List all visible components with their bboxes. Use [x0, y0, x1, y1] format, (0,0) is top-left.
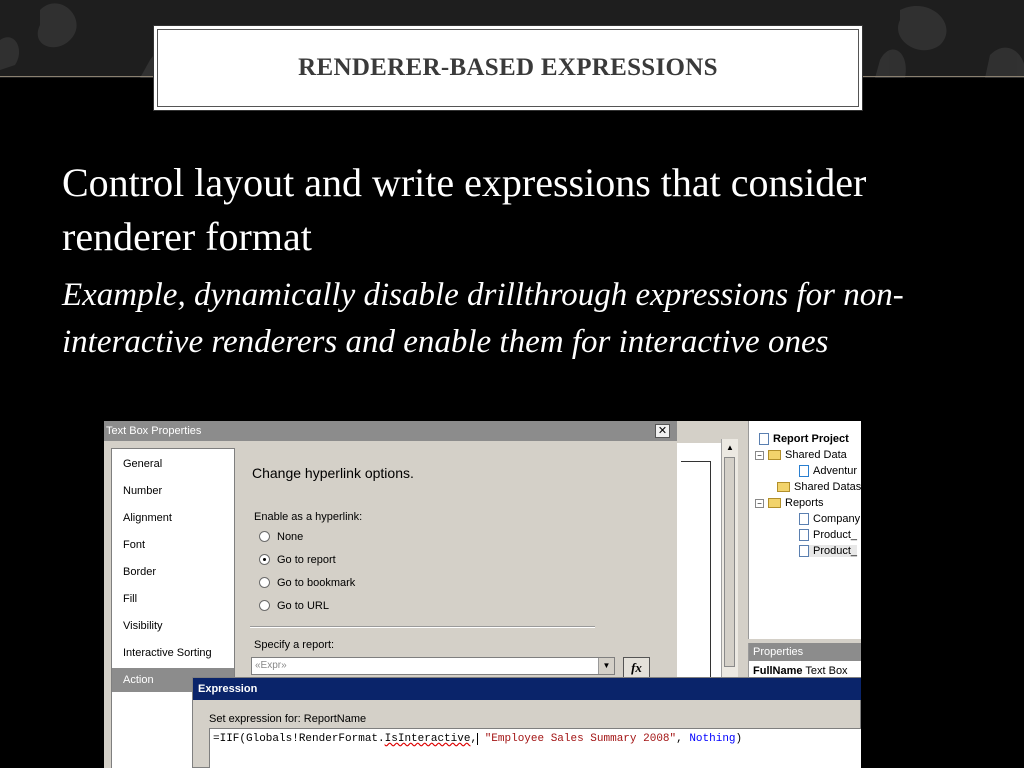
radio-none[interactable]	[259, 531, 270, 542]
tree-node-reports[interactable]: − Reports	[755, 497, 824, 509]
code-member: IsInteractive	[384, 733, 471, 745]
nav-item-font[interactable]: Font	[112, 533, 234, 557]
separator	[250, 626, 595, 628]
nav-item-number[interactable]: Number	[112, 479, 234, 503]
dialog-title: Text Box Properties	[104, 421, 677, 441]
code-comma: ,	[470, 733, 479, 745]
scroll-thumb[interactable]	[724, 457, 735, 667]
chevron-down-icon[interactable]: ▼	[598, 658, 614, 674]
code-string: "Employee Sales Summary 2008"	[484, 733, 677, 745]
tree-node-report-selected[interactable]: Product_	[799, 545, 858, 558]
collapse-icon[interactable]: −	[755, 498, 764, 508]
tree-node-shared-data[interactable]: − Shared Data	[755, 449, 847, 461]
expression-dialog-title: Expression	[193, 678, 861, 700]
tree-label: Reports	[785, 497, 824, 509]
fx-button[interactable]: fx	[623, 657, 650, 679]
property-value: Text Box	[805, 665, 848, 677]
embedded-screenshot: Text Box Properties ✕ General Number Ali…	[104, 421, 861, 768]
nav-item-alignment[interactable]: Alignment	[112, 506, 234, 530]
radio-go-to-url-label: Go to URL	[277, 600, 329, 612]
code-suffix: )	[735, 733, 743, 745]
scroll-up-icon[interactable]: ▲	[722, 443, 738, 455]
tree-node-report[interactable]: Company	[799, 513, 861, 526]
properties-header: Properties	[749, 643, 861, 661]
report-combo-value: «Expr»	[255, 660, 287, 671]
slide-title-frame: RENDERER-BASED EXPRESSIONS	[157, 29, 859, 107]
collapse-icon[interactable]: −	[755, 450, 764, 460]
radio-go-to-bookmark-label: Go to bookmark	[277, 577, 356, 589]
project-node[interactable]: Report Project	[759, 433, 849, 446]
property-name: FullName	[753, 665, 803, 677]
expression-dialog: Expression Set expression for: ReportNam…	[192, 677, 861, 768]
slide-heading: Control layout and write expressions tha…	[62, 160, 867, 259]
tree-label: Shared Datas	[794, 481, 861, 493]
tree-label: Shared Data	[785, 449, 847, 461]
slide-subheading: Example, dynamically disable drillthroug…	[62, 277, 904, 360]
tree-node-datasource[interactable]: Adventur	[799, 465, 858, 478]
close-icon[interactable]: ✕	[655, 424, 670, 438]
nav-item-border[interactable]: Border	[112, 560, 234, 584]
radio-go-to-report-label: Go to report	[277, 554, 336, 566]
nav-item-interactive-sorting[interactable]: Interactive Sorting	[112, 641, 234, 665]
tree-label: Company	[813, 513, 861, 525]
project-icon	[759, 433, 769, 446]
report-body	[681, 461, 711, 691]
pane-title: Change hyperlink options.	[252, 465, 414, 481]
expression-editor[interactable]: =IIF(Globals!RenderFormat.IsInteractive,…	[209, 728, 861, 768]
nav-item-visibility[interactable]: Visibility	[112, 614, 234, 638]
report-combo[interactable]: «Expr» ▼	[251, 657, 615, 675]
slide-title-box: RENDERER-BASED EXPRESSIONS	[153, 25, 863, 111]
tree-node-shared-datasets[interactable]: Shared Datas	[777, 481, 861, 493]
expression-label: Set expression for: ReportName	[209, 713, 367, 725]
nav-item-fill[interactable]: Fill	[112, 587, 234, 611]
datasource-icon	[799, 465, 809, 478]
radio-go-to-url[interactable]	[259, 600, 270, 611]
code-prefix: =IIF(Globals!RenderFormat.	[213, 733, 385, 745]
folder-icon	[768, 498, 781, 509]
report-icon	[799, 529, 809, 542]
specify-report-label: Specify a report:	[254, 639, 335, 651]
folder-icon	[768, 450, 781, 461]
tree-label: Product_	[813, 545, 858, 557]
solution-explorer: Report Project − Shared Data Adventur Sha…	[748, 421, 861, 639]
radio-go-to-report[interactable]	[259, 554, 270, 565]
properties-row[interactable]: FullName Text Box	[753, 665, 848, 677]
report-icon	[799, 545, 809, 558]
vertical-scrollbar[interactable]: ▲	[721, 439, 738, 679]
tree-label: Product_	[813, 529, 858, 541]
tree-node-report[interactable]: Product_	[799, 529, 858, 542]
radio-none-label: None	[277, 531, 304, 543]
code-keyword: Nothing	[689, 733, 736, 745]
nav-item-general[interactable]: General	[112, 452, 234, 476]
slide-title: RENDERER-BASED EXPRESSIONS	[298, 54, 718, 81]
tree-label: Adventur	[813, 465, 858, 477]
report-canvas	[677, 443, 721, 691]
project-label: Report Project	[773, 433, 849, 445]
code-separator: ,	[676, 733, 690, 745]
enable-hyperlink-label: Enable as a hyperlink:	[254, 511, 363, 523]
radio-go-to-bookmark[interactable]	[259, 577, 270, 588]
folder-icon	[777, 482, 790, 493]
report-icon	[799, 513, 809, 526]
